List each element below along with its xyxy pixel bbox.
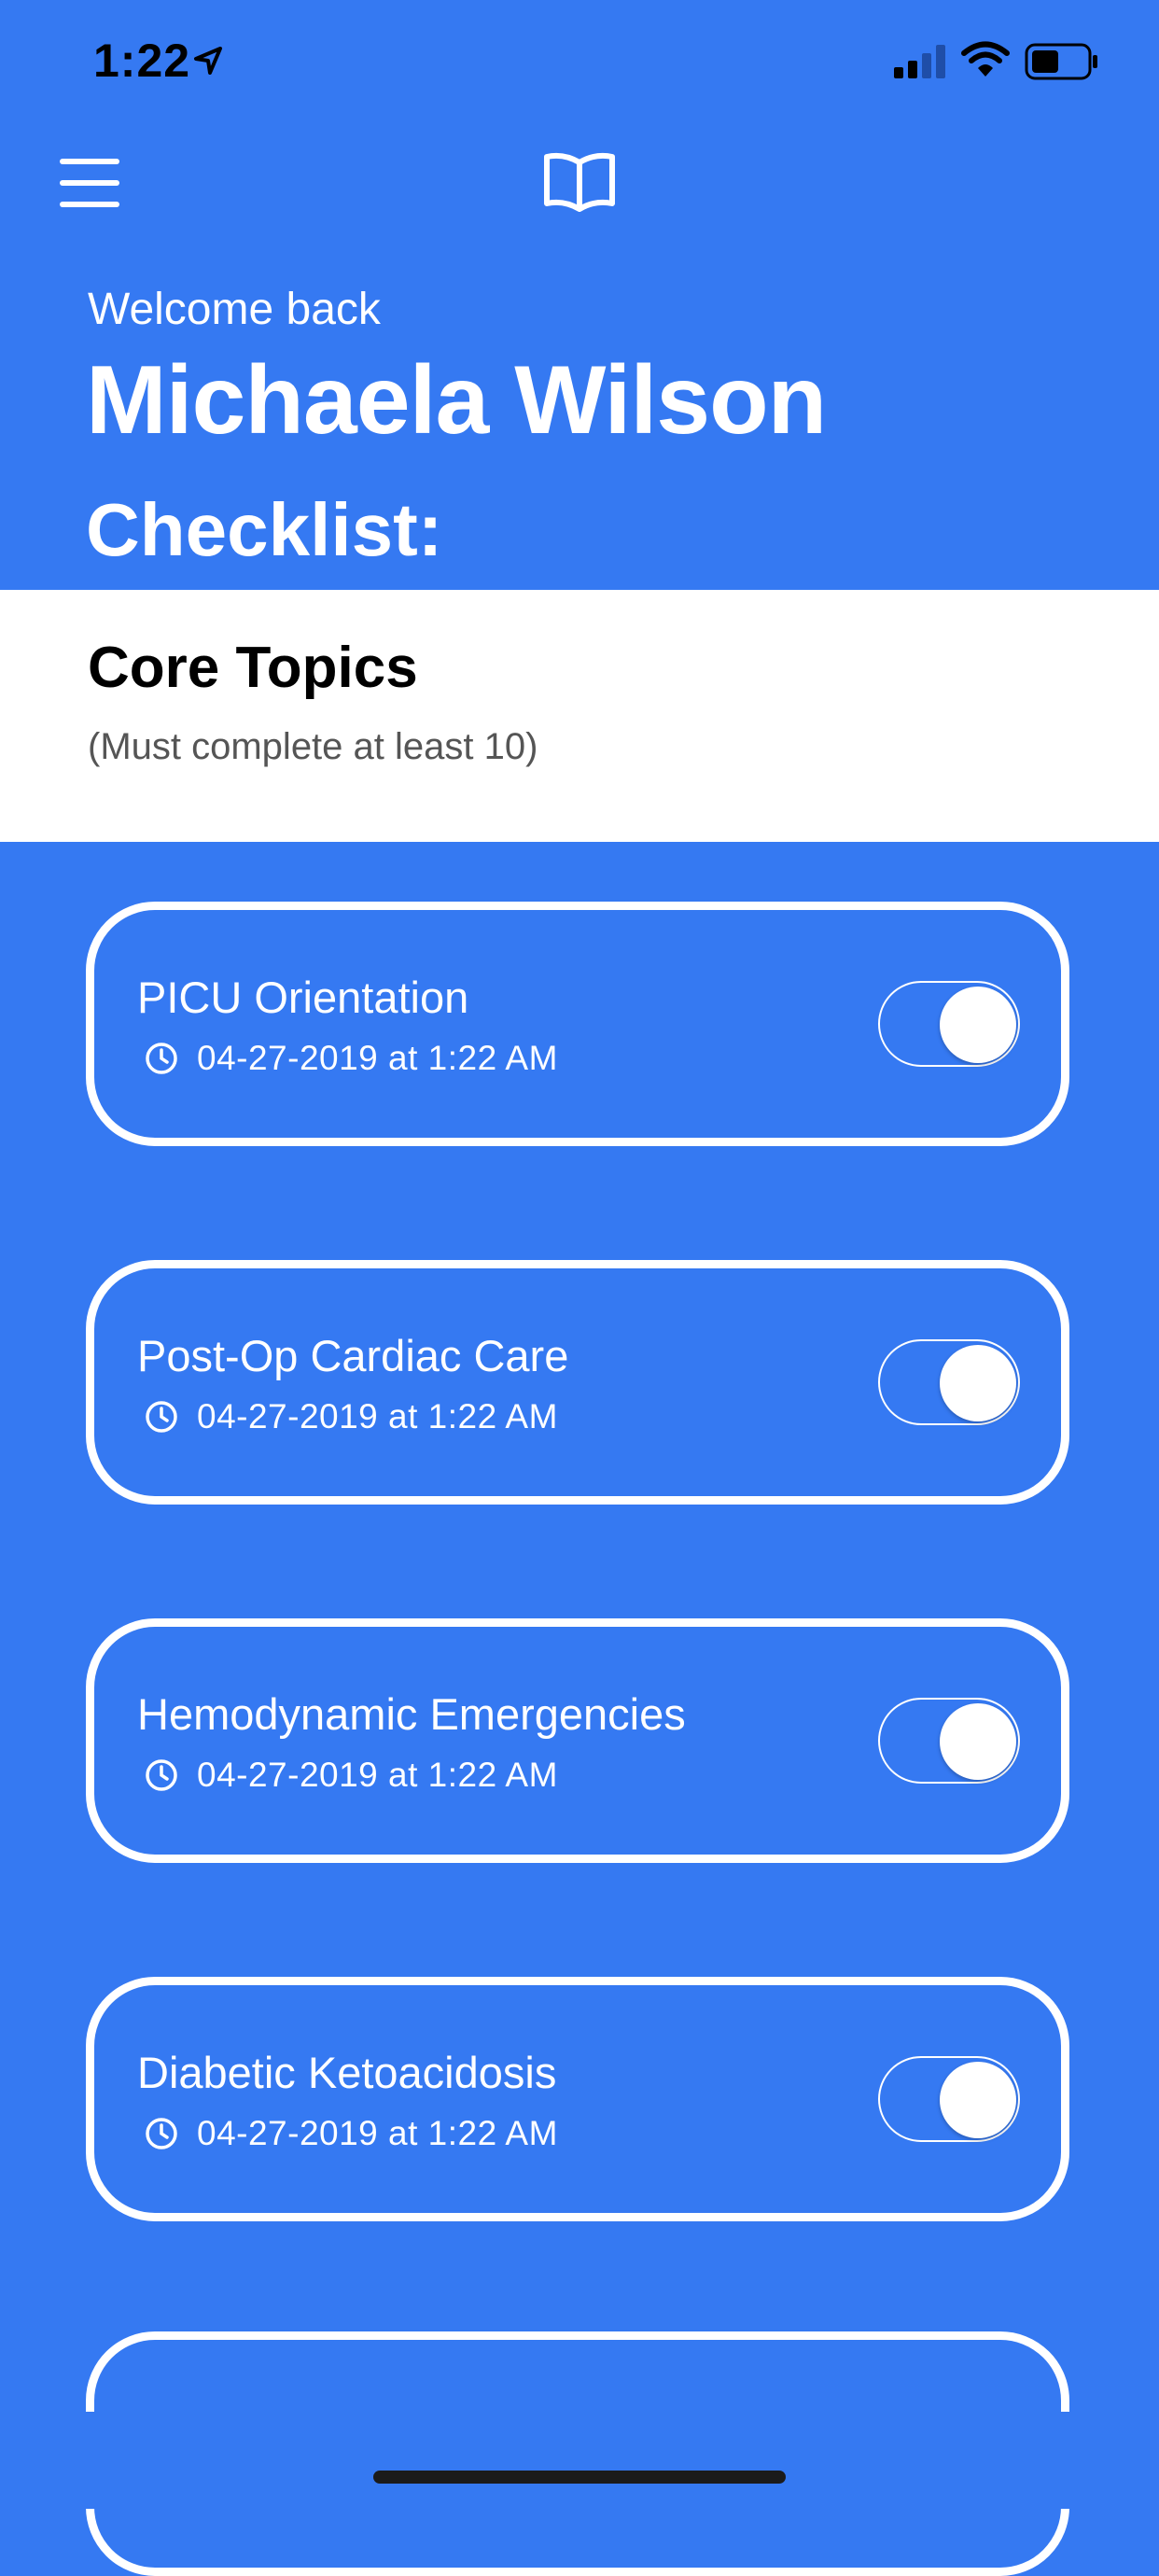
cellular-signal-icon <box>894 45 945 78</box>
checklist-item[interactable]: Hemodynamic Emergencies 04-27-2019 at 1:… <box>86 1618 1069 1863</box>
checklist-item-timestamp: 04-27-2019 at 1:22 AM <box>197 1039 558 1077</box>
clock-icon <box>146 2118 177 2149</box>
checklist-title: Checklist: <box>86 488 443 571</box>
toggle-knob <box>940 1345 1016 1421</box>
completion-toggle[interactable] <box>878 1339 1020 1425</box>
welcome-text: Welcome back <box>88 285 381 334</box>
toggle-knob <box>940 2062 1016 2138</box>
hamburger-menu-icon[interactable] <box>60 159 121 207</box>
section-header <box>0 590 1159 842</box>
status-time: 1:22 <box>93 35 191 87</box>
bottom-safe-area <box>0 2412 1159 2509</box>
toggle-knob <box>940 1703 1016 1780</box>
checklist-item-title: Diabetic Ketoacidosis <box>137 2048 557 2097</box>
checklist-item-timestamp: 04-27-2019 at 1:22 AM <box>197 2114 558 2152</box>
home-indicator[interactable] <box>373 2471 786 2484</box>
location-arrow-icon <box>194 47 222 75</box>
clock-icon <box>146 1043 177 1074</box>
checklist-item[interactable]: Post-Op Cardiac Care 04-27-2019 at 1:22 … <box>86 1260 1069 1505</box>
checklist-item-timestamp: 04-27-2019 at 1:22 AM <box>197 1397 558 1435</box>
checklist-item-title: PICU Orientation <box>137 973 469 1022</box>
checklist-item-title: Post-Op Cardiac Care <box>137 1331 569 1380</box>
clock-icon <box>146 1759 177 1791</box>
user-name: Michaela Wilson <box>86 346 827 455</box>
open-book-icon <box>544 152 615 212</box>
wifi-icon <box>961 41 1010 77</box>
clock-icon <box>146 1401 177 1433</box>
toggle-knob <box>940 987 1016 1063</box>
checklist-item-timestamp: 04-27-2019 at 1:22 AM <box>197 1756 558 1794</box>
completion-toggle[interactable] <box>878 2056 1020 2142</box>
completion-toggle[interactable] <box>878 981 1020 1067</box>
checklist-item[interactable]: Diabetic Ketoacidosis 04-27-2019 at 1:22… <box>86 1977 1069 2221</box>
checklist-item-title: Hemodynamic Emergencies <box>137 1689 686 1739</box>
section-subtitle: (Must complete at least 10) <box>88 726 538 767</box>
checklist-item[interactable]: PICU Orientation 04-27-2019 at 1:22 AM <box>86 902 1069 1146</box>
completion-toggle[interactable] <box>878 1698 1020 1784</box>
battery-icon <box>1025 43 1097 80</box>
section-title: Core Topics <box>88 636 418 700</box>
